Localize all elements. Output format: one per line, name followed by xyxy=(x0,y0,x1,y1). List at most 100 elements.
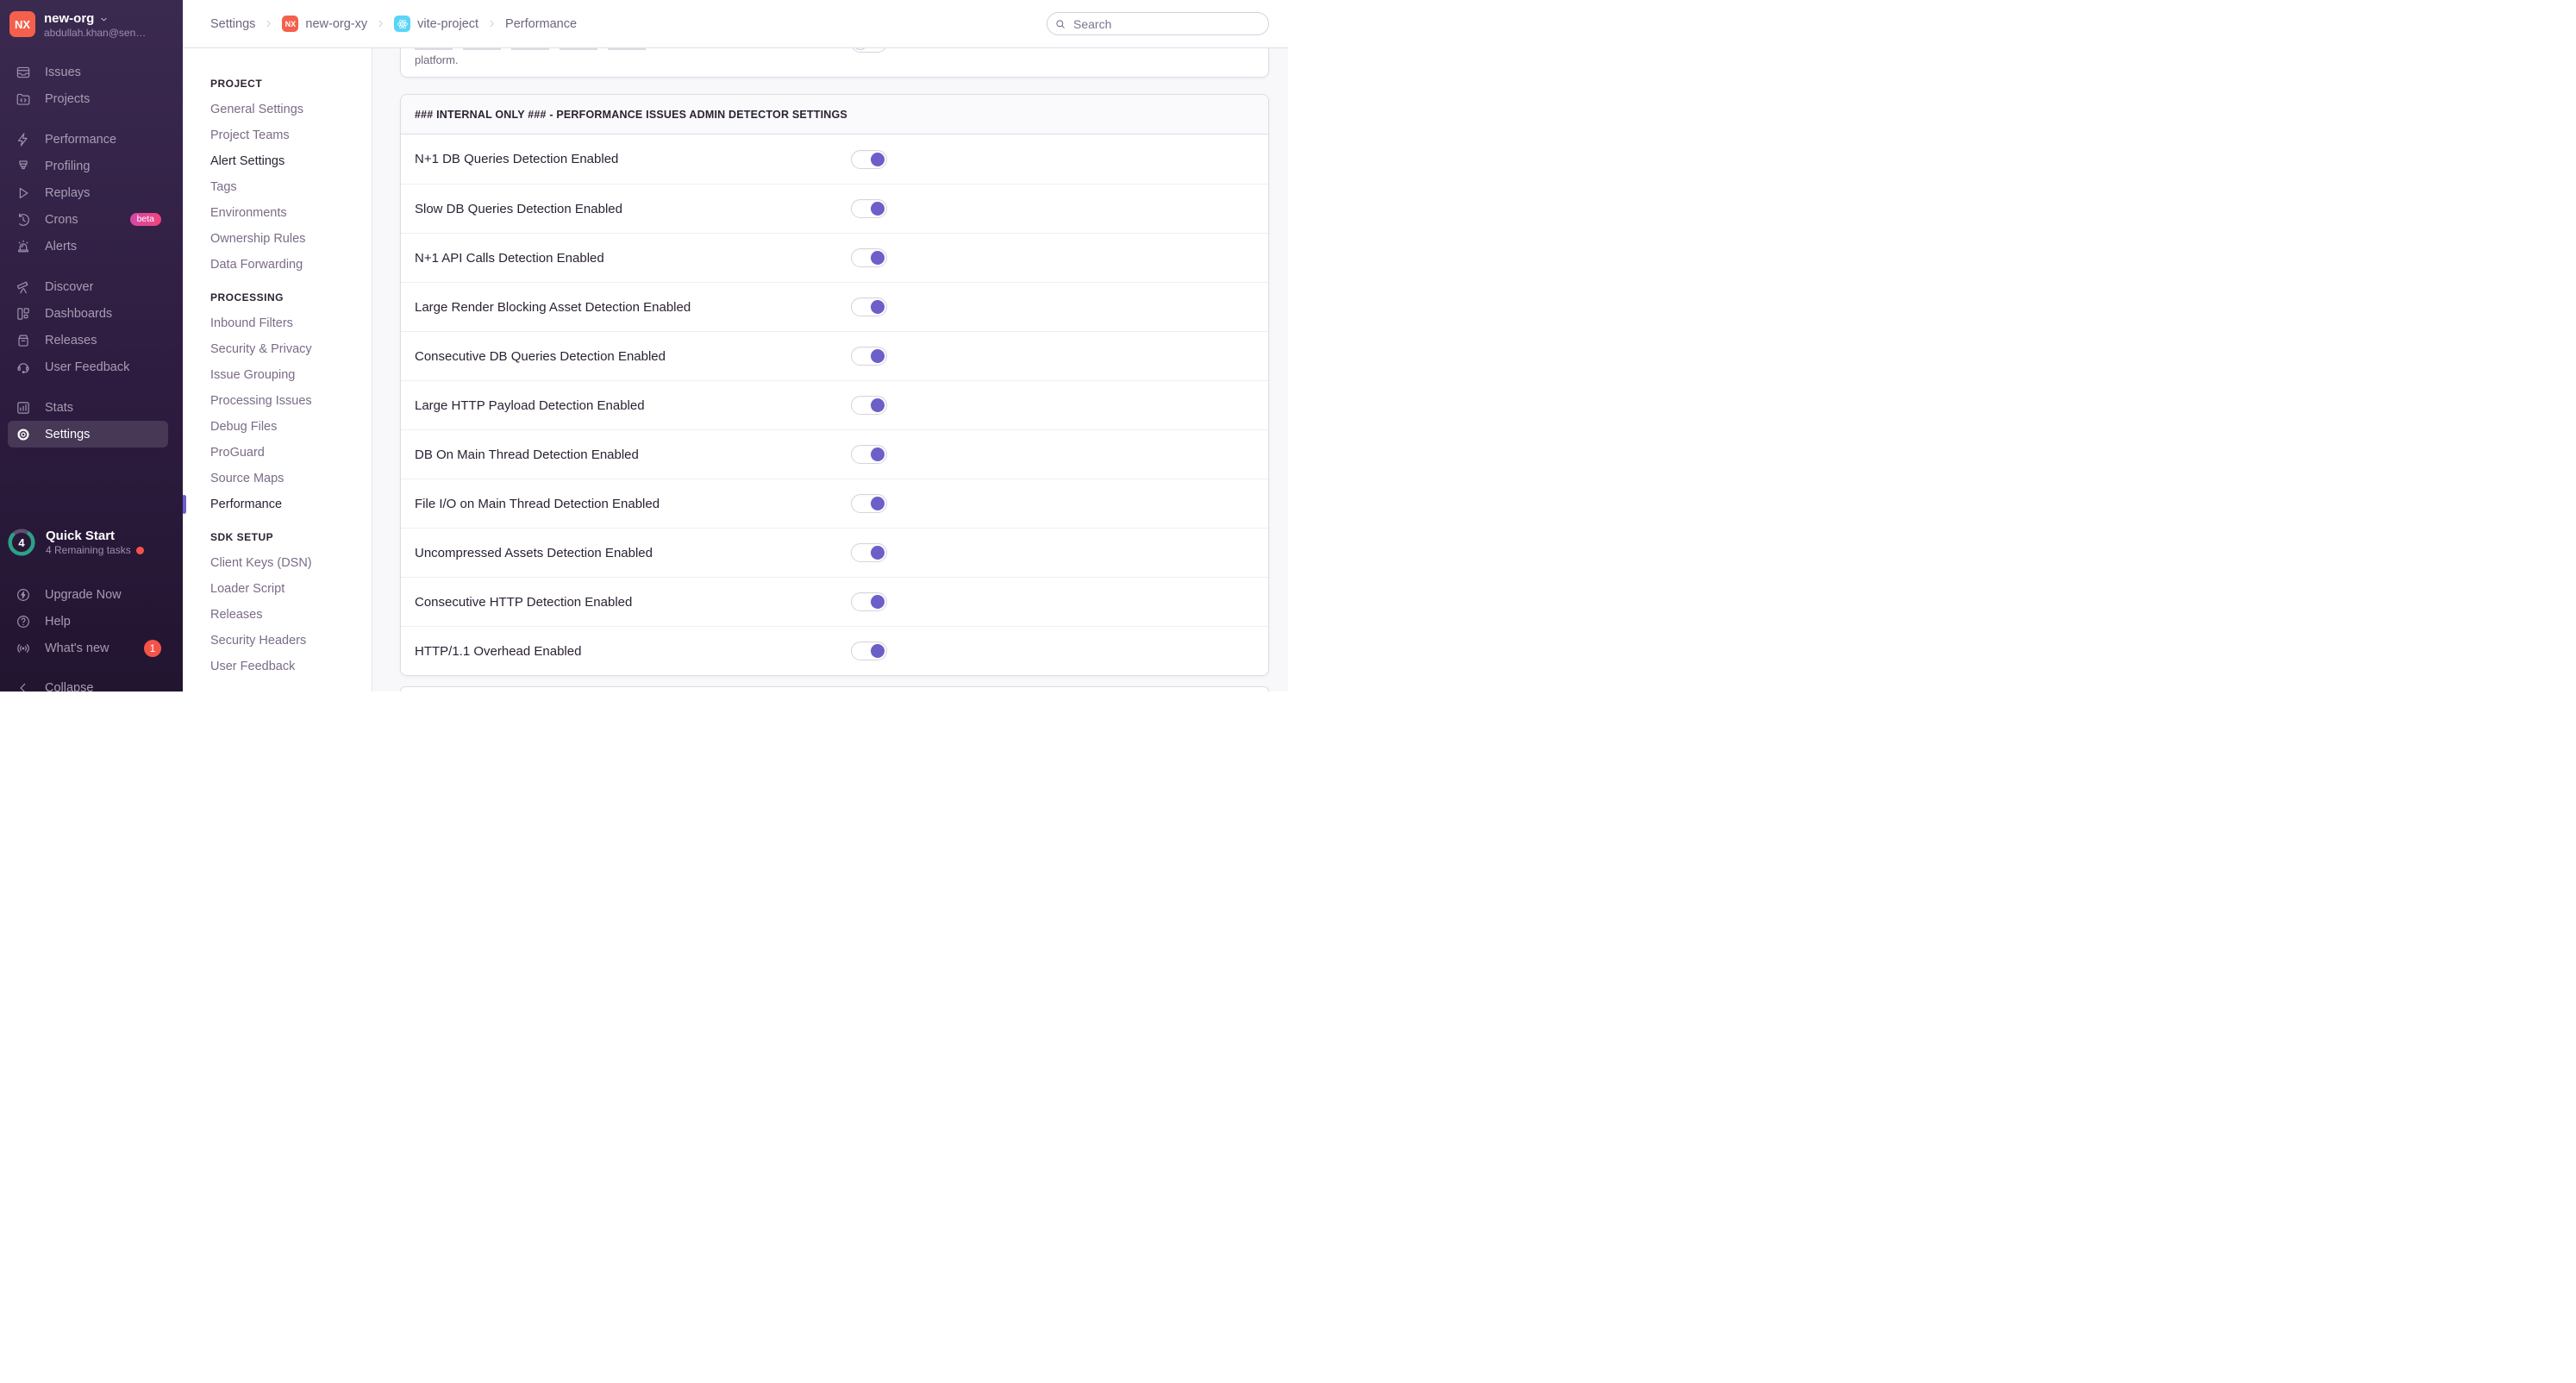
toggle-slow-db-queries-detection-enabled[interactable] xyxy=(851,199,887,218)
sidebar-primary-nav: Issues Projects Performance Profiling Replay… xyxy=(0,47,183,447)
settings-nav-section-sdk-setup: SDK SETUP Client Keys (DSN) Loader Script R… xyxy=(183,524,372,679)
sidebar-item-profiling[interactable]: Profiling xyxy=(0,153,183,179)
toggle-file-i-o-on-main-thread-detection-enabled[interactable] xyxy=(851,494,887,513)
sidebar-item-label: Upgrade Now xyxy=(45,587,122,602)
toggle-knob xyxy=(871,152,885,166)
chevron-right-icon xyxy=(375,18,386,29)
toggle-db-on-main-thread-detection-enabled[interactable] xyxy=(851,445,887,464)
settings-nav-item-releases[interactable]: Releases xyxy=(183,602,372,628)
sidebar-item-what-s-new[interactable]: What's new 1 xyxy=(0,635,183,661)
settings-nav-item-project-teams[interactable]: Project Teams xyxy=(183,122,372,148)
sidebar-item-upgrade-now[interactable]: Upgrade Now xyxy=(0,581,183,608)
sidebar-item-label: Projects xyxy=(45,91,91,106)
settings-nav-item-client-keys-dsn[interactable]: Client Keys (DSN) xyxy=(183,550,372,576)
feedback-icon xyxy=(16,360,31,375)
settings-nav-item-loader-script[interactable]: Loader Script xyxy=(183,576,372,602)
sidebar-item-alerts[interactable]: Alerts xyxy=(0,233,183,260)
count-badge: 1 xyxy=(144,639,161,657)
breadcrumb-label: new-org-xy xyxy=(305,16,368,31)
settings-nav-item-general-settings[interactable]: General Settings xyxy=(183,97,372,122)
toggle-uncompressed-assets-detection-enabled[interactable] xyxy=(851,543,887,562)
toggle-http-1-1-overhead-enabled[interactable] xyxy=(851,641,887,660)
setting-row-slow-db-queries-detection-enabled: Slow DB Queries Detection Enabled xyxy=(401,184,1268,233)
beta-badge: beta xyxy=(129,213,161,226)
settings-nav-item-performance[interactable]: Performance xyxy=(182,491,372,517)
breadcrumb-item-new-org-xy[interactable]: NX new-org-xy xyxy=(282,16,367,32)
settings-nav-item-issue-grouping[interactable]: Issue Grouping xyxy=(183,362,372,388)
search-input[interactable] xyxy=(1047,12,1269,35)
sidebar-item-replays[interactable]: Replays xyxy=(0,179,183,206)
breadcrumb-label: Performance xyxy=(505,16,578,31)
sidebar-item-label: Dashboards xyxy=(45,306,113,321)
settings-nav-item-inbound-filters[interactable]: Inbound Filters xyxy=(183,310,372,336)
sidebar-item-crons[interactable]: Crons beta xyxy=(0,206,183,233)
setting-label: N+1 API Calls Detection Enabled xyxy=(415,250,604,266)
settings-nav-item-processing-issues[interactable]: Processing Issues xyxy=(183,388,372,414)
toggle-knob xyxy=(871,447,885,461)
settings-nav-item-proguard[interactable]: ProGuard xyxy=(183,440,372,466)
dashboards-icon xyxy=(16,306,31,322)
settings-nav-item-user-feedback[interactable]: User Feedback xyxy=(183,654,372,679)
toggle-consecutive-db-queries-detection-enabled[interactable] xyxy=(851,347,887,366)
setting-label: File I/O on Main Thread Detection Enable… xyxy=(415,496,660,511)
org-switcher[interactable]: NX new-org abdullah.khan@sen… xyxy=(0,0,183,47)
toggle-large-http-payload-detection-enabled[interactable] xyxy=(851,396,887,415)
quick-start-text: Quick Start 4 Remaining tasks xyxy=(46,529,144,556)
toggle-large-render-blocking-asset-detection-enabled[interactable] xyxy=(851,297,887,316)
toggle-knob xyxy=(871,595,885,609)
collapse-icon xyxy=(16,680,31,692)
gear-icon xyxy=(16,427,31,442)
releases-icon xyxy=(16,333,31,348)
settings-nav-item-environments[interactable]: Environments xyxy=(183,200,372,226)
breadcrumb-item-performance[interactable]: Performance xyxy=(505,17,577,31)
sidebar-item-performance[interactable]: Performance xyxy=(0,126,183,153)
toggle-knob xyxy=(871,546,885,560)
sidebar-item-settings[interactable]: Settings xyxy=(8,421,168,447)
settings-nav-item-debug-files[interactable]: Debug Files xyxy=(183,414,372,440)
toggle-n-1-db-queries-detection-enabled[interactable] xyxy=(851,149,887,169)
sidebar-collapse-button[interactable]: Collapse xyxy=(0,674,183,692)
sidebar-item-releases[interactable]: Releases xyxy=(0,327,183,354)
quick-start-count: 4 xyxy=(18,535,25,549)
settings-nav-item-security-headers[interactable]: Security Headers xyxy=(183,628,372,654)
settings-nav-item-source-maps[interactable]: Source Maps xyxy=(183,466,372,491)
quick-start[interactable]: 4 Quick Start 4 Remaining tasks xyxy=(7,528,144,557)
top-header: Settings NX new-org-xy vite-project Performa… xyxy=(183,0,1288,48)
sidebar-item-label: What's new xyxy=(45,641,109,655)
org-meta: new-org abdullah.khan@sen… xyxy=(44,11,146,39)
issues-icon xyxy=(16,65,31,80)
toggle-knob xyxy=(871,497,885,510)
sidebar-item-issues[interactable]: Issues xyxy=(0,59,183,85)
chevron-right-icon xyxy=(263,18,274,29)
setting-row-n-1-api-calls-detection-enabled: N+1 API Calls Detection Enabled xyxy=(401,233,1268,282)
sidebar-item-projects[interactable]: Projects xyxy=(0,85,183,112)
breadcrumb-item-settings[interactable]: Settings xyxy=(210,17,255,31)
breadcrumb-item-vite-project[interactable]: vite-project xyxy=(394,16,478,32)
sidebar-item-stats[interactable]: Stats xyxy=(0,394,183,421)
toggle-knob xyxy=(871,349,885,363)
settings-nav-section-title: PROJECT xyxy=(210,78,263,90)
alert-dot xyxy=(135,546,144,554)
toggle-knob xyxy=(871,398,885,412)
settings-nav-item-alert-settings[interactable]: Alert Settings xyxy=(183,148,372,174)
settings-nav-item-ownership-rules[interactable]: Ownership Rules xyxy=(183,226,372,252)
setting-label: HTTP/1.1 Overhead Enabled xyxy=(415,643,582,659)
cut-row-toggle[interactable] xyxy=(851,48,887,53)
play-icon xyxy=(16,185,31,201)
sidebar-item-discover[interactable]: Discover xyxy=(0,273,183,300)
toggle-n-1-api-calls-detection-enabled[interactable] xyxy=(851,248,887,267)
sidebar-item-user-feedback[interactable]: User Feedback xyxy=(0,354,183,380)
settings-nav-item-tags[interactable]: Tags xyxy=(183,174,372,200)
sidebar-item-dashboards[interactable]: Dashboards xyxy=(0,300,183,327)
setting-label: Large HTTP Payload Detection Enabled xyxy=(415,397,645,413)
sidebar-item-label: Discover xyxy=(45,279,94,294)
settings-nav-item-security-privacy[interactable]: Security & Privacy xyxy=(183,336,372,362)
content-area: platform. ### INTERNAL ONLY ### - PERFOR… xyxy=(372,48,1288,692)
settings-nav-item-data-forwarding[interactable]: Data Forwarding xyxy=(183,252,372,278)
settings-nav: PROJECT General Settings Project Teams Aler… xyxy=(182,48,372,692)
toggle-consecutive-http-detection-enabled[interactable] xyxy=(851,592,887,611)
setting-label: Slow DB Queries Detection Enabled xyxy=(415,201,622,216)
cut-text-sliver xyxy=(415,48,647,50)
settings-nav-section-processing: PROCESSING Inbound Filters Security & Priv… xyxy=(182,285,372,517)
sidebar-item-help[interactable]: Help xyxy=(0,608,183,635)
